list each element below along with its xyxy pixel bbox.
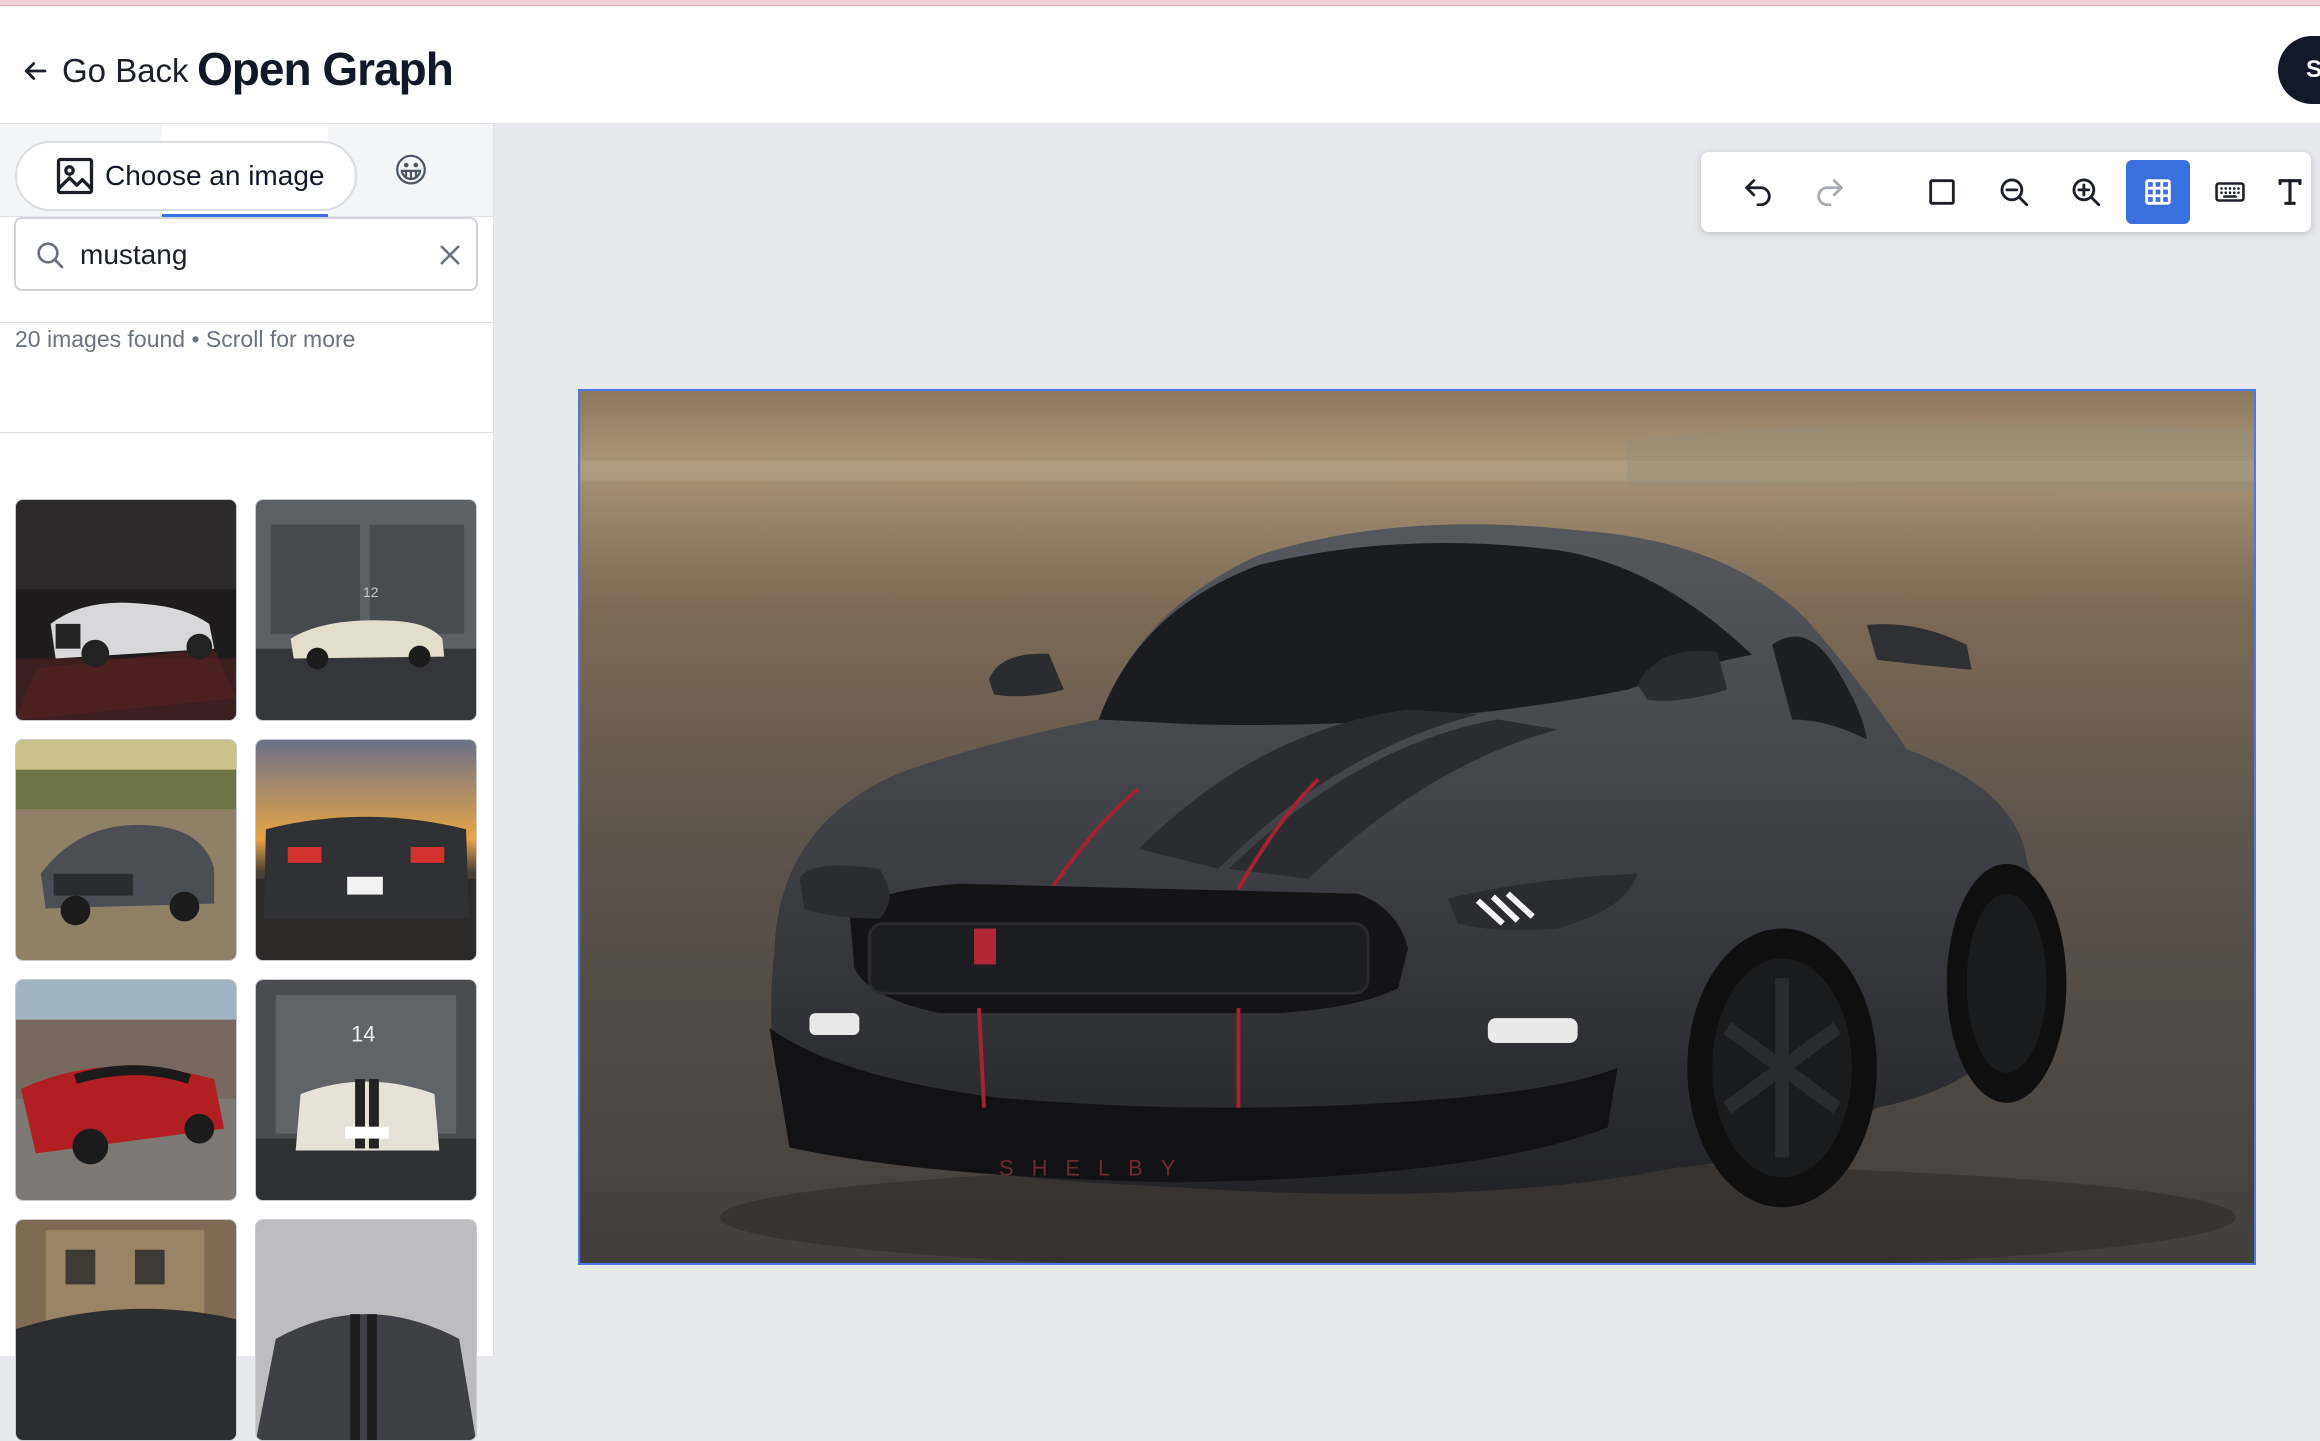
choose-image-label: Choose an image	[105, 160, 325, 191]
garage-number: 14	[351, 1021, 375, 1046]
image-thumbnail[interactable]	[15, 499, 237, 721]
frame-icon	[1929, 179, 1955, 205]
garage-number: 12	[363, 584, 379, 600]
image-thumbnail[interactable]	[255, 1219, 477, 1441]
clear-search-icon[interactable]	[436, 241, 464, 269]
search-input[interactable]	[80, 233, 420, 277]
page-title: Open Graph	[197, 43, 454, 95]
grid-button[interactable]	[2126, 160, 2190, 224]
car-photo: 12	[256, 500, 476, 720]
editor-toolbar	[1701, 152, 2311, 232]
car-photo	[16, 500, 236, 720]
user-avatar[interactable]: S	[2278, 36, 2320, 104]
arrow-left-icon	[24, 62, 47, 80]
keyboard-icon	[2215, 182, 2245, 202]
search-box	[14, 217, 478, 291]
car-photo	[16, 740, 236, 960]
keyboard-button[interactable]	[2198, 160, 2262, 224]
image-thumbnail[interactable]: 12	[255, 499, 477, 721]
text-icon	[2278, 179, 2302, 205]
car-photo	[256, 740, 476, 960]
undo-icon	[1745, 179, 1771, 207]
results-count: 20 images found	[15, 326, 186, 352]
text-button[interactable]	[2270, 160, 2310, 224]
car-photo: 14	[256, 980, 476, 1200]
zoom-in-button[interactable]	[2054, 160, 2118, 224]
mustang-photo: SHELBY	[580, 391, 2254, 1263]
image-thumbnail[interactable]	[15, 739, 237, 961]
image-thumbnail[interactable]: 14	[255, 979, 477, 1201]
image-thumbnail[interactable]	[255, 739, 477, 961]
canvas-selected-image[interactable]: SHELBY	[578, 389, 2256, 1265]
go-back-label: Go Back	[62, 52, 189, 89]
image-thumbnail[interactable]	[15, 979, 237, 1201]
car-photo	[256, 1220, 476, 1440]
results-separator: •	[191, 326, 200, 352]
search-icon	[37, 242, 64, 269]
app-header: Go Back Open Graph S	[0, 6, 2320, 124]
redo-button[interactable]	[1798, 160, 1862, 224]
zoom-in-icon	[2072, 178, 2101, 207]
zoom-out-icon	[2000, 178, 2029, 207]
undo-button[interactable]	[1726, 160, 1790, 224]
redo-icon	[1817, 179, 1843, 207]
go-back-button[interactable]: Go Back	[20, 46, 189, 96]
results-status: 20 images found • Scroll for more	[15, 326, 355, 353]
car-photo	[16, 1220, 236, 1440]
frame-button[interactable]	[1910, 160, 1974, 224]
shelby-badge: SHELBY	[999, 1155, 1193, 1180]
car-photo	[16, 980, 236, 1200]
image-icon	[56, 157, 94, 195]
choose-image-button[interactable]: Choose an image	[15, 141, 357, 211]
image-thumbnail[interactable]	[15, 1219, 237, 1441]
results-hint: Scroll for more	[205, 326, 356, 352]
grid-icon	[2145, 179, 2171, 205]
zoom-out-button[interactable]	[1982, 160, 2046, 224]
